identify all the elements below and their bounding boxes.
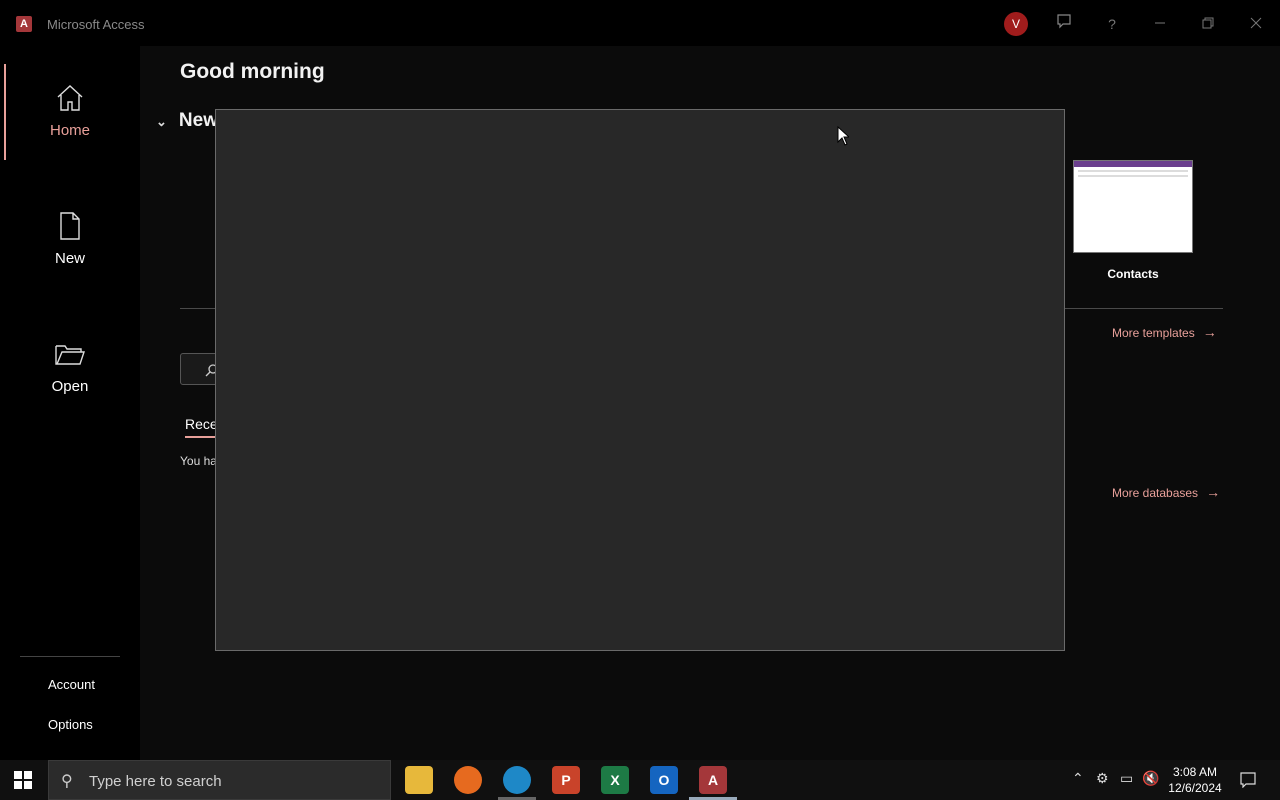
more-templates-label: More templates [1112,326,1195,340]
more-databases-link[interactable]: More databases → [1112,484,1220,500]
help-icon[interactable]: ? [1100,12,1124,36]
excel-icon[interactable]: X [601,766,629,794]
file-explorer-icon[interactable] [405,766,433,794]
system-clock[interactable]: 3:08 AM 12/6/2024 [1166,764,1224,796]
chevron-down-icon: ⌄ [156,114,167,129]
nav-item-open[interactable]: Open [0,338,140,438]
firefox-icon[interactable] [454,766,482,794]
nav-item-account[interactable]: Account [48,677,95,692]
feedback-icon[interactable] [1052,12,1076,36]
mouse-cursor-icon [837,126,849,146]
clock-date: 12/6/2024 [1168,781,1222,795]
access-logo-icon: A [16,16,32,32]
network-icon[interactable]: ▭ [1120,770,1133,787]
arrow-right-icon: → [1202,324,1217,340]
arrow-right-icon: → [1206,484,1221,500]
nav-item-home[interactable]: Home [0,82,140,182]
greeting-heading: Good morning [180,60,325,83]
restore-icon[interactable] [1196,12,1220,36]
thumbnail-line [1078,175,1188,177]
search-icon: ⚲ [61,773,73,790]
nav-item-options[interactable]: Options [48,717,93,732]
nav-label-home: Home [49,122,90,139]
account-avatar[interactable]: V [1004,12,1028,36]
new-document-icon [60,212,80,240]
nav-item-new[interactable]: New [0,210,140,310]
taskbar-search-placeholder: Type here to search [89,773,222,790]
tab-recent[interactable]: Rece [185,416,218,438]
close-icon[interactable] [1244,12,1268,36]
clock-time: 3:08 AM [1172,765,1218,779]
home-icon [57,85,83,111]
security-icon[interactable]: ⚙ [1096,770,1109,787]
nav-label-new: New [54,250,85,267]
volume-muted-icon[interactable]: 🔇 [1142,770,1159,787]
windows-taskbar: ⚲ Type here to search P X O A ⌃ ⚙ ▭ 🔇 3:… [0,760,1280,800]
loading-dialog[interactable] [215,109,1065,651]
taskbar-search-box[interactable]: ⚲ Type here to search [48,760,391,800]
powerpoint-icon[interactable]: P [552,766,580,794]
outlook-icon[interactable]: O [650,766,678,794]
thumbnail-titlebar [1074,161,1192,167]
new-section-toggle[interactable]: ⌄ New [156,110,218,132]
nav-label-open: Open [51,378,89,395]
template-label-contacts[interactable]: Contacts [1073,267,1193,281]
access-taskbar-icon[interactable]: A [699,766,727,794]
search-input[interactable] [180,353,220,385]
nav-divider [20,656,120,657]
window-title: Microsoft Access [47,17,145,32]
more-templates-link[interactable]: More templates → [1112,324,1217,340]
minimize-icon[interactable] [1148,12,1172,36]
title-bar: A Microsoft Access V ? [0,0,1280,46]
notifications-icon[interactable] [1240,772,1256,788]
open-folder-icon [55,345,85,365]
template-thumbnail-contacts[interactable] [1073,160,1193,253]
thumbnail-line [1078,170,1188,172]
windows-start-icon[interactable] [14,771,32,789]
edge-icon[interactable] [503,766,531,794]
recent-empty-message: You ha [180,454,217,468]
backstage-nav: Home New Open Account Options [0,46,140,760]
more-databases-label: More databases [1112,486,1199,500]
chevron-up-icon[interactable]: ⌃ [1072,770,1084,787]
new-section-title: New [178,110,218,131]
